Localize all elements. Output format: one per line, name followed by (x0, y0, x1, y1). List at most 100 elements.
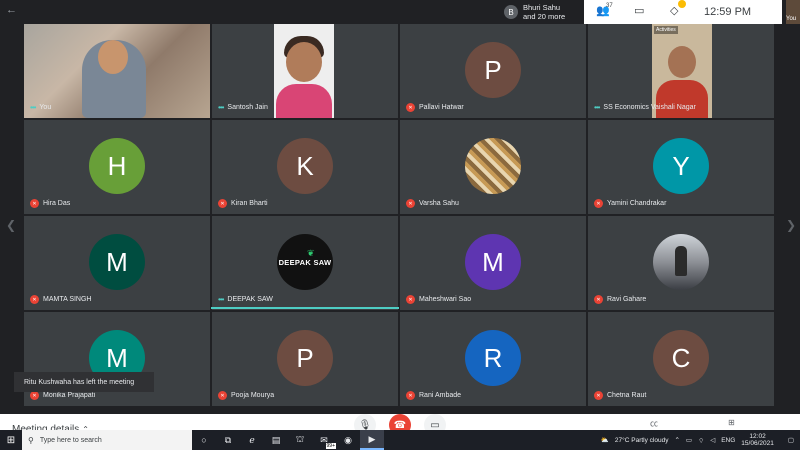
edge-browser-icon[interactable]: ℯ (240, 430, 264, 450)
meeting-time: 12:59 PM (704, 6, 752, 18)
participant-tile-pallavi[interactable]: P ✕ Pallavi Hatwar (400, 24, 586, 118)
store-icon[interactable]: ⛫ (288, 430, 312, 450)
video-feed-santosh (274, 24, 334, 118)
mic-off-icon: ✕ (406, 199, 415, 208)
participant-name: Yamini Chandrakar (607, 200, 667, 207)
participant-avatar: R (465, 330, 521, 386)
chevron-up-icon[interactable]: ⌃ (674, 436, 679, 444)
participant-tile-ravi[interactable]: ✕ Ravi Gahare (588, 216, 774, 310)
participant-avatar: Y (653, 138, 709, 194)
wifi-icon[interactable]: ⌔ (698, 436, 704, 445)
cortana-icon[interactable]: ○ (192, 430, 216, 450)
active-speaker-indicator (211, 307, 399, 309)
notifications-icon[interactable]: ▢ (788, 436, 794, 444)
taskbar-search-box[interactable]: ⚲ Type here to search (22, 430, 192, 450)
mic-off-icon: ✕ (30, 199, 39, 208)
media-player-icon[interactable]: ▶ (360, 430, 384, 450)
participant-name: Pooja Mourya (231, 392, 275, 399)
mail-badge: 99+ (325, 443, 336, 449)
participant-name: Rani Ambade (419, 392, 462, 399)
self-preview-label: You (786, 16, 797, 22)
participant-name: Monika Prajapati (43, 392, 96, 399)
presenter-names: Bhuri Sahu and 20 more (523, 3, 583, 21)
participant-tile-yamini[interactable]: Y ✕ Yamini Chandrakar (588, 120, 774, 214)
speaking-dots-icon: ••• (218, 295, 224, 304)
participant-name: DEEPAK SAW (227, 296, 273, 303)
participant-avatar: M (89, 234, 145, 290)
top-info-bar: B Bhuri Sahu and 20 more 👥 37 ▭ ◇ 12:59 … (500, 0, 782, 24)
chrome-icon[interactable]: ◉ (336, 430, 360, 450)
presenter-avatar: B (504, 5, 518, 19)
participant-name: Santosh Jain (227, 104, 268, 111)
mic-off-icon: ✕ (406, 391, 415, 400)
volume-icon[interactable]: ◁ (710, 436, 715, 444)
taskbar-clock[interactable]: 12:02 15/06/2021 (741, 433, 774, 447)
camera-icon: ▭ (430, 419, 440, 431)
captions-icon[interactable]: ㏄ (650, 418, 658, 429)
language-indicator[interactable]: ENG (721, 437, 735, 444)
participant-tile-chetna[interactable]: C ✕ Chetna Raut (588, 312, 774, 406)
file-explorer-icon[interactable]: ▤ (264, 430, 288, 450)
participant-avatar: M (465, 234, 521, 290)
windows-start-icon[interactable]: ⊞ (0, 430, 22, 450)
participant-profile-image (653, 234, 709, 290)
participant-tile-maheshwari[interactable]: M ✕ Maheshwari Sao (400, 216, 586, 310)
participant-tile-santosh[interactable]: ••• Santosh Jain (212, 24, 398, 118)
task-view-icon[interactable]: ⧉ (216, 430, 240, 450)
participant-tile-pooja[interactable]: P ✕ Pooja Mourya (212, 312, 398, 406)
participant-name: Varsha Sahu (419, 200, 459, 207)
battery-icon[interactable]: ▭ (686, 436, 692, 444)
meet-window: ← B Bhuri Sahu and 20 more 👥 37 ▭ ◇ 12:5… (0, 0, 800, 450)
prev-page-icon[interactable]: ❮ (6, 218, 16, 232)
mic-off-icon: ✕ (30, 295, 39, 304)
mic-off-icon: ✕ (406, 295, 415, 304)
participant-avatar: K (277, 138, 333, 194)
participant-name: Hira Das (43, 200, 71, 207)
participant-avatar: P (277, 330, 333, 386)
presenter-name-line2: and 20 more (523, 12, 566, 21)
clock-date: 15/06/2021 (741, 440, 774, 447)
clock-time: 12:02 (749, 433, 766, 440)
speaking-dots-icon: ••• (218, 103, 224, 112)
profile-logo-text: DEEPAK SAW (278, 258, 332, 267)
mic-off-icon: ✕ (30, 391, 39, 400)
presenter-name-line1: Bhuri Sahu (523, 3, 561, 12)
next-page-icon[interactable]: ❯ (786, 218, 796, 232)
participant-tile-varsha[interactable]: ✕ Varsha Sahu (400, 120, 586, 214)
participants-count: 37 (606, 3, 613, 9)
chat-icon[interactable]: ▭ (634, 4, 644, 17)
participant-name: Chetna Raut (607, 392, 647, 399)
participant-tile-hira[interactable]: H ✕ Hira Das (24, 120, 210, 214)
arrow-left-icon[interactable]: ← (6, 4, 17, 16)
activities-icon[interactable]: ◇ (670, 4, 678, 17)
search-icon: ⚲ (28, 435, 34, 445)
participant-avatar: P (465, 42, 521, 98)
weather-icon: ⛅ (600, 437, 609, 444)
participant-tile-ss-economics[interactable]: Activities ••• SS Economics Vaishali Naga… (588, 24, 774, 118)
participant-profile-image: ❦ DEEPAK SAW (277, 234, 333, 290)
participant-tile-kiran[interactable]: K ✕ Kiran Bharti (212, 120, 398, 214)
weather-text[interactable]: 27°C Partly cloudy (615, 437, 669, 444)
mic-off-icon: ✕ (594, 295, 603, 304)
phone-hangup-icon: ☎ (393, 419, 407, 431)
presenter-chip[interactable]: B Bhuri Sahu and 20 more (500, 0, 584, 24)
mic-off-icon: ✕ (594, 391, 603, 400)
search-placeholder: Type here to search (39, 436, 102, 444)
mail-icon[interactable]: ✉ 99+ (312, 430, 336, 450)
participant-name: You (39, 104, 52, 111)
participant-tile-rani[interactable]: R ✕ Rani Ambade (400, 312, 586, 406)
participant-tile-mamta[interactable]: M ✕ MAMTA SINGH (24, 216, 210, 310)
notification-toast: Ritu Kushwaha has left the meeting (14, 372, 154, 392)
participant-name: SS Economics Vaishali Nagar (603, 104, 696, 111)
speaking-dots-icon: ••• (30, 103, 36, 112)
mic-icon: 🎙 (358, 419, 372, 431)
mic-off-icon: ✕ (218, 199, 227, 208)
participant-tile-deepak[interactable]: ❦ DEEPAK SAW ••• DEEPAK SAW (212, 216, 398, 310)
mic-off-icon: ✕ (218, 391, 227, 400)
participant-name: Kiran Bharti (231, 200, 268, 207)
present-screen-icon[interactable]: ⊞ (728, 418, 735, 427)
participant-tile-you[interactable]: ••• You (24, 24, 210, 118)
windows-taskbar: ⊞ ⚲ Type here to search ○ ⧉ ℯ ▤ ⛫ ✉ 99+ ◉… (0, 430, 800, 450)
participant-name: Maheshwari Sao (419, 296, 472, 303)
activities-badge: Activities (654, 26, 678, 34)
